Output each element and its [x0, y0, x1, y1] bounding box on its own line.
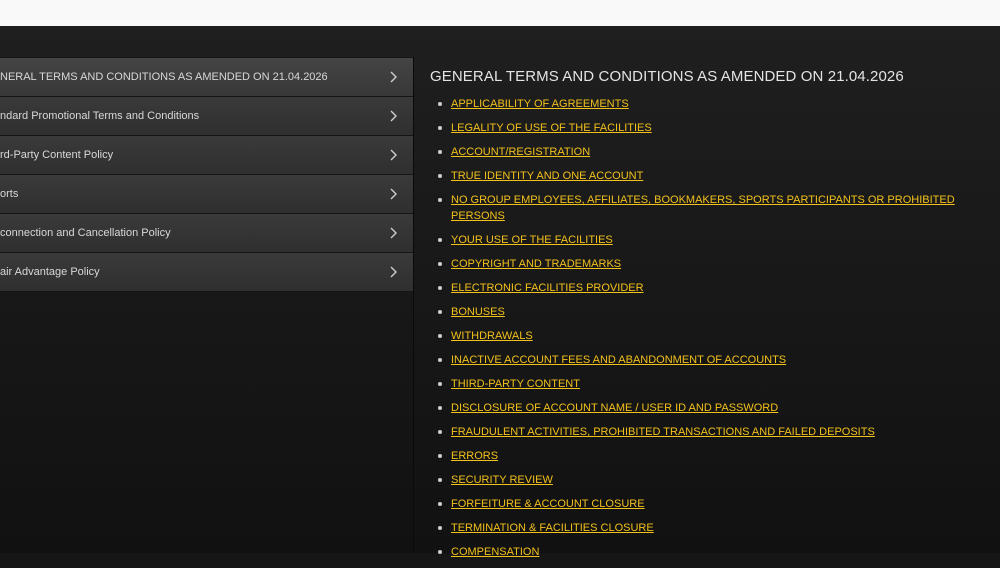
bullet-icon [438, 238, 442, 242]
toc-item: FORFEITURE & ACCOUNT CLOSURE [438, 496, 980, 512]
sidebar-item[interactable]: rd-Party Content Policy [0, 136, 413, 175]
toc-item: YOUR USE OF THE FACILITIES [438, 232, 980, 248]
toc-link[interactable]: SECURITY REVIEW [451, 474, 553, 486]
sidebar-item-label: NERAL TERMS AND CONDITIONS AS AMENDED ON… [0, 71, 328, 83]
chevron-right-icon [390, 227, 397, 239]
chevron-right-icon [390, 71, 397, 83]
toc-link[interactable]: ELECTRONIC FACILITIES PROVIDER [451, 282, 644, 294]
toc-item: FRAUDULENT ACTIVITIES, PROHIBITED TRANSA… [438, 424, 980, 440]
toc-link[interactable]: ACCOUNT/REGISTRATION [451, 146, 590, 158]
chevron-right-icon [390, 188, 397, 200]
toc-item: WITHDRAWALS [438, 328, 980, 344]
bullet-icon [438, 382, 442, 386]
toc-link[interactable]: WITHDRAWALS [451, 330, 533, 342]
sidebar-item-label: connection and Cancellation Policy [0, 227, 171, 239]
toc-link[interactable]: ERRORS [451, 450, 498, 462]
bullet-icon [438, 478, 442, 482]
bullet-icon [438, 454, 442, 458]
toc-item: TERMINATION & FACILITIES CLOSURE [438, 520, 980, 536]
toc-link[interactable]: FRAUDULENT ACTIVITIES, PROHIBITED TRANSA… [451, 426, 875, 438]
top-bar [0, 0, 1000, 26]
toc-link[interactable]: LEGALITY OF USE OF THE FACILITIES [451, 122, 652, 134]
toc-item: BONUSES [438, 304, 980, 320]
bullet-icon [438, 406, 442, 410]
toc-item: LEGALITY OF USE OF THE FACILITIES [438, 120, 980, 136]
bullet-icon [438, 198, 442, 202]
sidebar-item-label: orts [0, 188, 19, 200]
toc-item: APPLICABILITY OF AGREEMENTS [438, 96, 980, 112]
bullet-icon [438, 262, 442, 266]
toc-link[interactable]: FORFEITURE & ACCOUNT CLOSURE [451, 498, 645, 510]
chevron-right-icon [390, 149, 397, 161]
toc-link[interactable]: BONUSES [451, 306, 505, 318]
toc-item: DISCLOSURE OF ACCOUNT NAME / USER ID AND… [438, 400, 980, 416]
bullet-icon [438, 286, 442, 290]
bullet-icon [438, 550, 442, 554]
bullet-icon [438, 310, 442, 314]
main-panel: GENERAL TERMS AND CONDITIONS AS AMENDED … [430, 68, 980, 568]
toc-list: APPLICABILITY OF AGREEMENTS LEGALITY OF U… [430, 96, 980, 560]
toc-link[interactable]: COPYRIGHT AND TRADEMARKS [451, 258, 621, 270]
toc-link[interactable]: TERMINATION & FACILITIES CLOSURE [451, 522, 654, 534]
bullet-icon [438, 150, 442, 154]
sidebar-item[interactable]: NERAL TERMS AND CONDITIONS AS AMENDED ON… [0, 58, 413, 97]
toc-link[interactable]: TRUE IDENTITY AND ONE ACCOUNT [451, 170, 643, 182]
sidebar-item-label: rd-Party Content Policy [0, 149, 114, 161]
toc-link[interactable]: APPLICABILITY OF AGREEMENTS [451, 98, 629, 110]
bullet-icon [438, 126, 442, 130]
toc-item: ELECTRONIC FACILITIES PROVIDER [438, 280, 980, 296]
sidebar-item-label: ndard Promotional Terms and Conditions [0, 110, 200, 122]
toc-link[interactable]: NO GROUP EMPLOYEES, AFFILIATES, BOOKMAKE… [451, 194, 955, 222]
toc-item: SECURITY REVIEW [438, 472, 980, 488]
bullet-icon [438, 358, 442, 362]
bullet-icon [438, 430, 442, 434]
toc-item: ACCOUNT/REGISTRATION [438, 144, 980, 160]
toc-link[interactable]: INACTIVE ACCOUNT FEES AND ABANDONMENT OF… [451, 354, 786, 366]
page-title: GENERAL TERMS AND CONDITIONS AS AMENDED … [430, 68, 904, 85]
column-divider [413, 57, 414, 553]
sidebar-item[interactable]: air Advantage Policy [0, 253, 413, 292]
bullet-icon [438, 502, 442, 506]
bullet-icon [438, 334, 442, 338]
bullet-icon [438, 526, 442, 530]
toc-item: COMPENSATION [438, 544, 980, 560]
sidebar-item[interactable]: ndard Promotional Terms and Conditions [0, 97, 413, 136]
toc-link[interactable]: COMPENSATION [451, 546, 539, 558]
toc-link[interactable]: DISCLOSURE OF ACCOUNT NAME / USER ID AND… [451, 402, 778, 414]
toc-item: INACTIVE ACCOUNT FEES AND ABANDONMENT OF… [438, 352, 980, 368]
toc-item: NO GROUP EMPLOYEES, AFFILIATES, BOOKMAKE… [438, 192, 980, 224]
toc-item: ERRORS [438, 448, 980, 464]
sidebar-item[interactable]: connection and Cancellation Policy [0, 214, 413, 253]
toc-link[interactable]: YOUR USE OF THE FACILITIES [451, 234, 613, 246]
chevron-right-icon [390, 110, 397, 122]
toc-link[interactable]: THIRD-PARTY CONTENT [451, 378, 580, 390]
toc-item: THIRD-PARTY CONTENT [438, 376, 980, 392]
bullet-icon [438, 102, 442, 106]
toc-item: COPYRIGHT AND TRADEMARKS [438, 256, 980, 272]
chevron-right-icon [390, 266, 397, 278]
bullet-icon [438, 174, 442, 178]
sidebar-item-label: air Advantage Policy [0, 266, 100, 278]
toc-item: TRUE IDENTITY AND ONE ACCOUNT [438, 168, 980, 184]
sidebar-item[interactable]: orts [0, 175, 413, 214]
sidebar-nav: NERAL TERMS AND CONDITIONS AS AMENDED ON… [0, 57, 413, 292]
